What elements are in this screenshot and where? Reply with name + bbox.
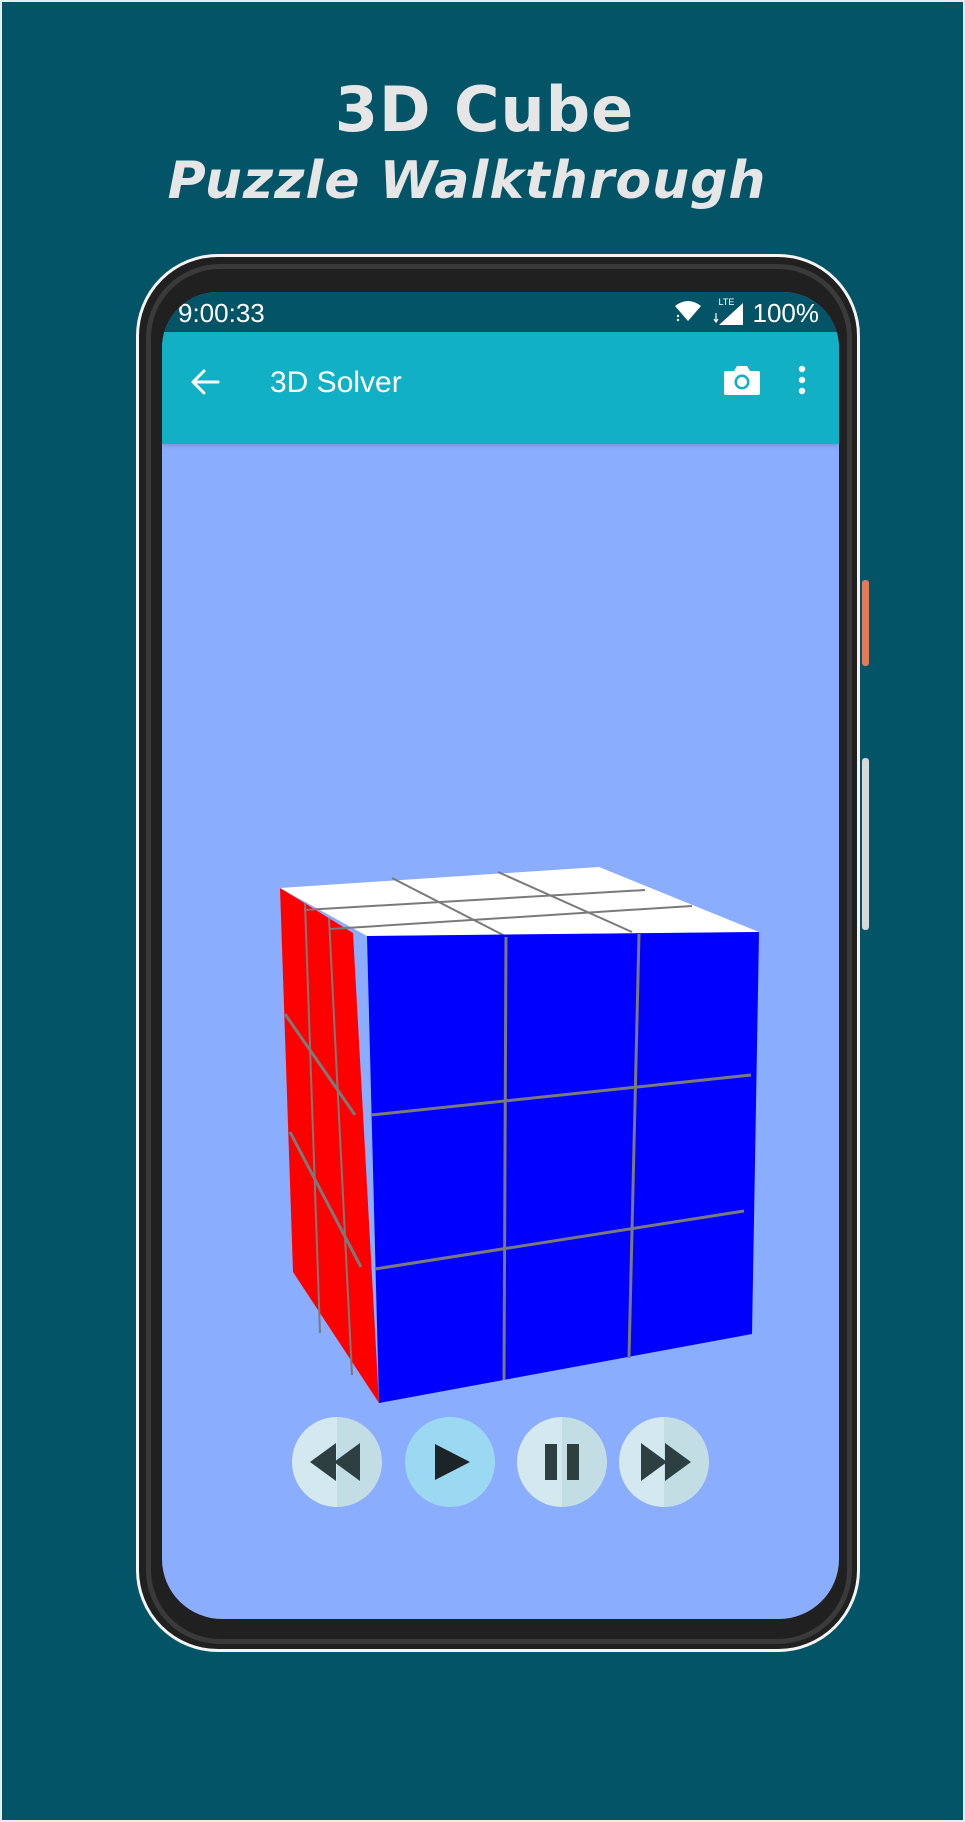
play-button[interactable] (405, 1417, 495, 1507)
volume-button (862, 758, 869, 930)
power-button (862, 580, 869, 666)
cube-canvas[interactable] (162, 292, 839, 1619)
pause-button[interactable] (517, 1417, 607, 1507)
promo-subtitle: Puzzle Walkthrough (167, 151, 767, 211)
promo-title: 3D Cube (334, 73, 635, 146)
rewind-button[interactable] (292, 1417, 382, 1507)
promo-background: 3D Cube Puzzle Walkthrough 9:00:33 LTE 1… (0, 0, 965, 1822)
phone-screen: 9:00:33 LTE 100% 3D Solver (162, 292, 839, 1619)
cube-side-face (280, 888, 379, 1403)
cube-top-face (280, 867, 759, 938)
fast-forward-button[interactable] (619, 1417, 709, 1507)
cube-front-face (367, 932, 759, 1403)
